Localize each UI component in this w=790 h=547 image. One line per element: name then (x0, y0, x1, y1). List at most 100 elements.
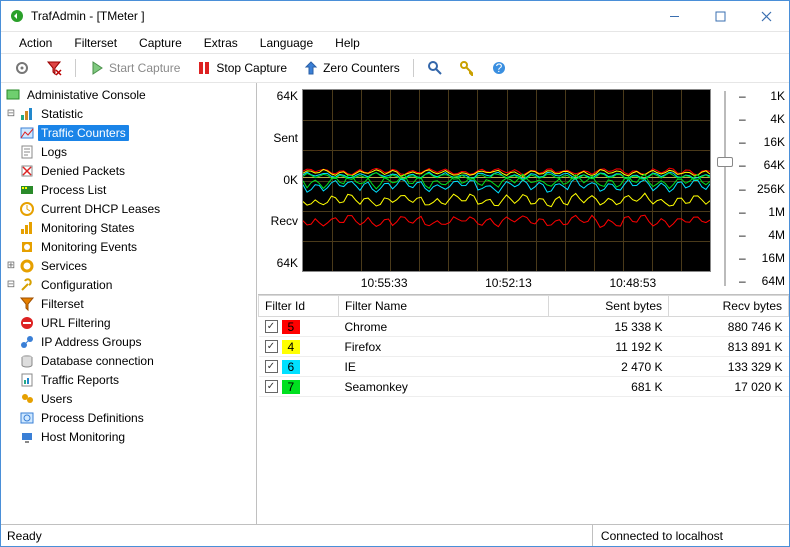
expand-icon[interactable]: ⊞ (5, 260, 17, 272)
chart-canvas[interactable] (302, 89, 711, 272)
chart-time-axis: 10:55:33 10:52:13 10:48:53 (302, 272, 715, 294)
scale-tick: –4K (739, 112, 785, 126)
stop-capture-button[interactable]: Stop Capture (189, 56, 294, 80)
table-row[interactable]: ✓ 6 IE 2 470 K 133 329 K (259, 357, 789, 377)
tree-services[interactable]: ⊞ Services (3, 256, 254, 275)
key-button[interactable] (452, 56, 482, 80)
filter-name-cell: Firefox (339, 337, 549, 357)
tree-item-label: Filterset (38, 296, 87, 312)
close-button[interactable] (743, 1, 789, 31)
chart-y-labels: 64K Sent 0K Recv 64K (258, 83, 302, 294)
menu-extras[interactable]: Extras (194, 34, 248, 52)
help-button[interactable]: ? (484, 56, 514, 80)
row-checkbox[interactable]: ✓ (265, 360, 278, 373)
tree-item-label: Denied Packets (38, 163, 128, 179)
key-icon (459, 60, 475, 76)
tree-statistic[interactable]: ⊟ Statistic (3, 104, 254, 123)
zero-counters-button[interactable]: Zero Counters (296, 56, 407, 80)
maximize-button[interactable] (697, 1, 743, 31)
filter-name-cell: Seamonkey (339, 377, 549, 397)
tree-item[interactable]: Process Definitions (3, 408, 254, 427)
status-left: Ready (1, 529, 592, 543)
recv-bytes-cell: 17 020 K (669, 377, 789, 397)
filter-color-swatch: 4 (282, 340, 301, 354)
chart-label-bot: 64K (277, 256, 298, 270)
menu-capture[interactable]: Capture (129, 34, 192, 52)
table-row[interactable]: ✓ 5 Chrome 15 338 K 880 746 K (259, 317, 789, 337)
find-button[interactable] (420, 56, 450, 80)
tree-item[interactable]: Filterset (3, 294, 254, 313)
tree-item-icon (19, 201, 35, 217)
console-icon (5, 87, 21, 103)
col-sent[interactable]: Sent bytes (549, 296, 669, 317)
row-checkbox[interactable]: ✓ (265, 340, 278, 353)
window-controls (651, 1, 789, 31)
tree-item[interactable]: IP Address Groups (3, 332, 254, 351)
row-checkbox[interactable]: ✓ (265, 320, 278, 333)
filter-x-icon (46, 60, 62, 76)
scale-thumb[interactable] (717, 157, 733, 167)
sent-bytes-cell: 681 K (549, 377, 669, 397)
tree-item-icon (19, 239, 35, 255)
col-recv[interactable]: Recv bytes (669, 296, 789, 317)
collapse-icon[interactable]: ⊟ (5, 108, 17, 120)
filterset-delete-button[interactable] (39, 56, 69, 80)
tree-item[interactable]: Monitoring Events (3, 237, 254, 256)
help-icon: ? (491, 60, 507, 76)
menu-help[interactable]: Help (325, 34, 370, 52)
tree-item-label: Process List (38, 182, 109, 198)
tree-item[interactable]: URL Filtering (3, 313, 254, 332)
tree-item-icon (19, 182, 35, 198)
menu-filterset[interactable]: Filterset (64, 34, 127, 52)
tree-item-label: Monitoring Events (38, 239, 140, 255)
col-filter-id[interactable]: Filter Id (259, 296, 339, 317)
table-row[interactable]: ✓ 4 Firefox 11 192 K 813 891 K (259, 337, 789, 357)
tree-item-label: Logs (38, 144, 70, 160)
start-capture-button[interactable]: Start Capture (82, 56, 187, 80)
tree-item[interactable]: Host Monitoring (3, 427, 254, 446)
time-tick: 10:55:33 (361, 276, 408, 290)
nav-tree[interactable]: Administative Console ⊟ Statistic Traffi… (1, 83, 257, 524)
settings-button[interactable] (7, 56, 37, 80)
menu-action[interactable]: Action (9, 34, 62, 52)
tree-item-label: Traffic Reports (38, 372, 122, 388)
scale-tick: –4M (739, 228, 785, 242)
minimize-button[interactable] (651, 1, 697, 31)
tree-configuration-label: Configuration (38, 277, 115, 293)
tree-item[interactable]: Monitoring States (3, 218, 254, 237)
tree-item[interactable]: Traffic Reports (3, 370, 254, 389)
tree-item-label: Monitoring States (38, 220, 137, 236)
tree-item-icon (19, 125, 35, 141)
recv-bytes-cell: 133 329 K (669, 357, 789, 377)
tree-root[interactable]: Administative Console (3, 85, 254, 104)
tree-item-label: Host Monitoring (38, 429, 128, 445)
tree-item-label: Process Definitions (38, 410, 147, 426)
collapse-icon[interactable]: ⊟ (5, 279, 17, 291)
time-tick: 10:48:53 (609, 276, 656, 290)
tools-icon (19, 277, 35, 293)
menu-language[interactable]: Language (250, 34, 323, 52)
time-tick: 10:52:13 (485, 276, 532, 290)
scale-slider[interactable] (715, 83, 735, 294)
stop-capture-label: Stop Capture (216, 61, 287, 75)
row-checkbox[interactable]: ✓ (265, 380, 278, 393)
table-row[interactable]: ✓ 7 Seamonkey 681 K 17 020 K (259, 377, 789, 397)
tree-item[interactable]: Users (3, 389, 254, 408)
col-filter-name[interactable]: Filter Name (339, 296, 549, 317)
tree-configuration[interactable]: ⊟ Configuration (3, 275, 254, 294)
tree-item[interactable]: Database connection (3, 351, 254, 370)
tree-item-label: Database connection (38, 353, 157, 369)
table-header-row[interactable]: Filter Id Filter Name Sent bytes Recv by… (259, 296, 789, 317)
tree-item[interactable]: Traffic Counters (3, 123, 254, 142)
tree-item[interactable]: Denied Packets (3, 161, 254, 180)
tree-statistic-label: Statistic (38, 106, 86, 122)
filters-table[interactable]: Filter Id Filter Name Sent bytes Recv by… (258, 295, 789, 397)
gear-icon (14, 60, 30, 76)
tree-item-icon (19, 391, 35, 407)
tree-item-icon (19, 334, 35, 350)
tree-item[interactable]: Current DHCP Leases (3, 199, 254, 218)
scale-tick: –256K (739, 182, 785, 196)
tree-item[interactable]: Logs (3, 142, 254, 161)
resize-grip-icon[interactable] (773, 525, 789, 546)
tree-item[interactable]: Process List (3, 180, 254, 199)
